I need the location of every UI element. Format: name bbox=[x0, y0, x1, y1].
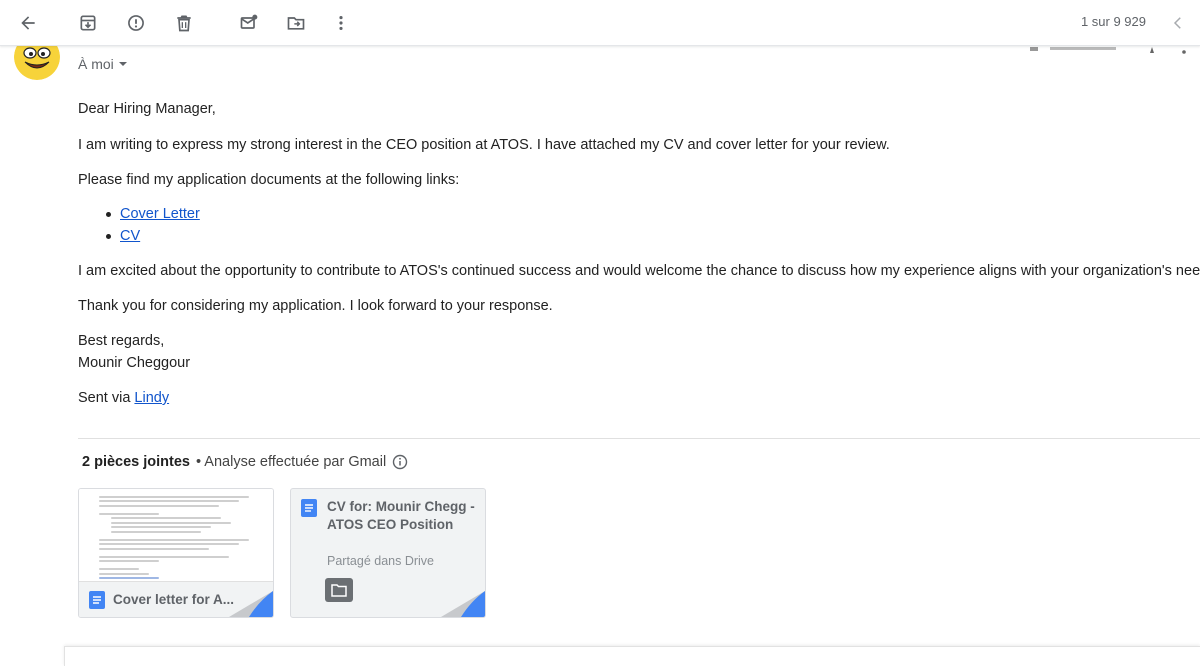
delete-button[interactable] bbox=[168, 7, 200, 39]
newer-button[interactable] bbox=[1164, 9, 1192, 37]
greeting: Dear Hiring Manager, bbox=[78, 101, 216, 117]
signature-name: Mounir Cheggour bbox=[78, 355, 191, 371]
back-button[interactable] bbox=[12, 7, 44, 39]
open-in-drive-button[interactable] bbox=[325, 578, 353, 602]
google-docs-icon bbox=[301, 499, 317, 517]
archive-icon bbox=[80, 15, 96, 31]
more-button[interactable] bbox=[325, 7, 357, 39]
info-icon[interactable] bbox=[392, 454, 408, 470]
list-item: CV bbox=[106, 225, 200, 247]
document-thumbnail bbox=[79, 489, 273, 583]
mark-unread-icon bbox=[240, 14, 258, 29]
drive-corner-icon bbox=[441, 591, 485, 617]
links-list: Cover Letter CV bbox=[106, 203, 200, 247]
arrow-left-icon bbox=[21, 16, 35, 30]
chevron-left-icon bbox=[1173, 17, 1181, 29]
google-docs-icon bbox=[89, 590, 105, 609]
sign-off: Best regards, bbox=[78, 333, 165, 349]
archive-button[interactable] bbox=[72, 7, 104, 39]
attachment-card-cv[interactable]: CV for: Mounir Chegg - ATOS CEO Position… bbox=[290, 488, 486, 618]
attachment-subtitle: Partagé dans Drive bbox=[327, 554, 435, 568]
lindy-link[interactable]: Lindy bbox=[134, 390, 169, 406]
report-icon bbox=[128, 15, 144, 31]
recipient-dropdown[interactable]: À moi bbox=[78, 56, 128, 72]
sent-via: Sent via Lindy bbox=[78, 387, 169, 409]
move-to-icon bbox=[287, 17, 305, 30]
move-to-button[interactable] bbox=[280, 7, 312, 39]
folder-icon bbox=[331, 584, 347, 597]
reply-box-edge bbox=[64, 646, 1200, 666]
attachment-card-cover-letter[interactable]: Cover letter for A... bbox=[78, 488, 274, 618]
trash-icon bbox=[177, 15, 191, 32]
attachments-divider bbox=[78, 438, 1200, 439]
attachment-title: CV for: Mounir Chegg - ATOS CEO Position bbox=[327, 499, 475, 532]
attachments-count: 2 pièces jointes bbox=[82, 454, 190, 470]
attachments-header: 2 pièces jointes • Analyse effectuée par… bbox=[82, 454, 408, 470]
mark-unread-button[interactable] bbox=[233, 7, 265, 39]
more-vertical-icon bbox=[339, 16, 343, 30]
scan-status: • Analyse effectuée par Gmail bbox=[196, 454, 387, 470]
excited-paragraph: I am excited about the opportunity to co… bbox=[78, 263, 1200, 279]
attachment-name: Cover letter for A... bbox=[113, 592, 235, 607]
intro-paragraph: I am writing to express my strong intere… bbox=[78, 137, 890, 153]
list-item: Cover Letter bbox=[106, 203, 200, 225]
cv-link[interactable]: CV bbox=[120, 228, 140, 244]
recipient-label: À moi bbox=[78, 56, 114, 72]
links-intro: Please find my application documents at … bbox=[78, 172, 460, 188]
toolbar: 1 sur 9 929 bbox=[0, 0, 1200, 46]
thanks-paragraph: Thank you for considering my application… bbox=[78, 298, 553, 314]
caret-down-icon bbox=[118, 62, 127, 66]
sent-via-prefix: Sent via bbox=[78, 390, 135, 406]
cover-letter-link[interactable]: Cover Letter bbox=[120, 206, 200, 222]
pagination-count: 1 sur 9 929 bbox=[1080, 14, 1146, 29]
report-spam-button[interactable] bbox=[120, 7, 152, 39]
drive-corner-icon bbox=[229, 591, 273, 617]
